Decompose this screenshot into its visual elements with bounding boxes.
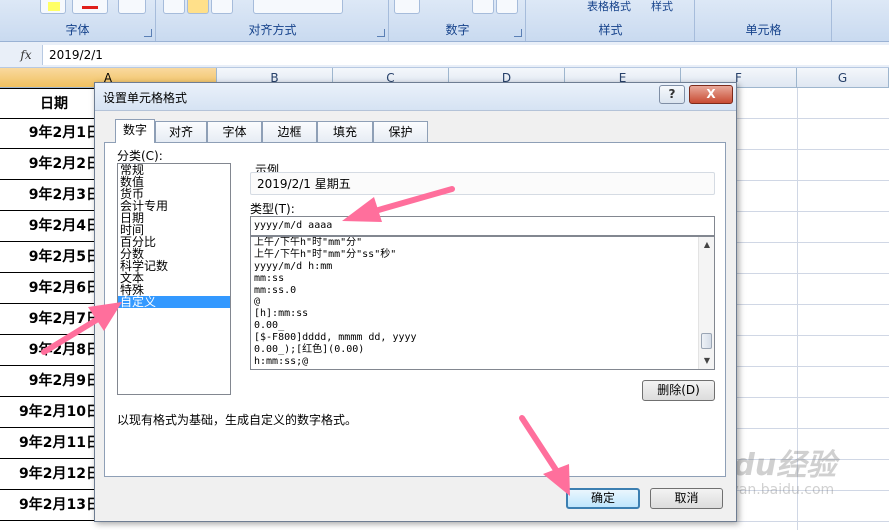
list-item[interactable]: [h]:mm:ss <box>251 308 714 320</box>
list-item[interactable]: @ <box>251 296 714 308</box>
description-text: 以现有格式为基础，生成自定义的数字格式。 <box>117 413 358 427</box>
phonetic-button[interactable] <box>118 0 146 14</box>
sample-preview: 2019/2/1 星期五 <box>250 172 715 195</box>
ribbon-group-font: 字体 <box>0 0 156 41</box>
ribbon-group-label: 数字 <box>445 23 470 37</box>
dialog-titlebar[interactable]: 设置单元格格式 ? X <box>95 83 736 111</box>
ribbon-group-label: 单元格 <box>745 23 782 37</box>
ribbon-group-cells: 单元格 <box>696 0 832 41</box>
help-button[interactable]: ? <box>659 85 685 104</box>
list-item[interactable]: 0.00_);[红色](0.00) <box>251 344 714 356</box>
text-color-icon <box>82 6 98 9</box>
decrease-decimal-button[interactable] <box>496 0 518 14</box>
ok-button[interactable]: 确定 <box>566 488 640 509</box>
tab-protection[interactable]: 保护 <box>373 121 428 142</box>
list-item[interactable]: 上午/下午h"时"mm"分" <box>251 237 714 249</box>
alignment-dialog-launcher-icon[interactable] <box>377 29 385 37</box>
list-item[interactable]: 0.00_ <box>251 320 714 332</box>
close-button[interactable]: X <box>689 85 733 104</box>
list-item-selected[interactable]: 自定义 <box>118 296 230 308</box>
ribbon-group-label: 样式 <box>598 23 623 37</box>
tab-font[interactable]: 字体 <box>207 121 262 142</box>
formula-bar: fx 2019/2/1 <box>0 42 889 68</box>
cancel-button[interactable]: 取消 <box>650 488 723 509</box>
tab-border[interactable]: 边框 <box>262 121 317 142</box>
list-item[interactable]: mm:ss.0 <box>251 285 714 297</box>
align-left-button[interactable] <box>163 0 185 14</box>
type-label: 类型(T): <box>250 202 295 216</box>
list-item[interactable]: [$-F800]dddd, mmmm dd, yyyy <box>251 332 714 344</box>
currency-button[interactable] <box>394 0 420 14</box>
text-color-button[interactable] <box>72 0 108 14</box>
ribbon-group-alignment: 对齐方式 <box>157 0 389 41</box>
fx-icon[interactable]: fx <box>14 46 38 64</box>
font-color-button[interactable] <box>40 0 66 14</box>
merge-center-button[interactable] <box>253 0 343 14</box>
ribbon-group-label: 字体 <box>65 23 90 37</box>
table-format-button[interactable]: 表格格式 <box>587 0 631 14</box>
format-cells-dialog: 设置单元格格式 ? X 数字 对齐 字体 边框 填充 保护 分类(C): 常规 … <box>94 82 737 522</box>
align-right-button[interactable] <box>211 0 233 14</box>
tab-alignment[interactable]: 对齐 <box>155 121 207 142</box>
align-center-button[interactable] <box>187 0 209 14</box>
ribbon-group-number: 数字 <box>390 0 526 41</box>
format-list-scrollbar[interactable]: ▲ ▼ <box>698 237 714 369</box>
ribbon-group-label: 对齐方式 <box>248 23 297 37</box>
dialog-title: 设置单元格格式 <box>103 91 188 105</box>
scroll-down-icon[interactable]: ▼ <box>699 353 714 369</box>
cell-style-button[interactable]: 样式 <box>651 0 673 14</box>
category-label: 分类(C): <box>117 149 163 163</box>
tab-number[interactable]: 数字 <box>115 119 155 143</box>
formula-input[interactable]: 2019/2/1 <box>42 45 889 65</box>
category-list[interactable]: 常规 数值 货币 会计专用 日期 时间 百分比 分数 科学记数 文本 特殊 自定… <box>117 163 231 395</box>
scroll-thumb[interactable] <box>701 333 712 349</box>
delete-button[interactable]: 删除(D) <box>642 380 715 401</box>
ribbon: 字体 对齐方式 数字 表格格式 样式 样式 单元格 <box>0 0 889 42</box>
format-list[interactable]: 上午/下午h"时"mm"分" 上午/下午h"时"mm"分"ss"秒" yyyy/… <box>250 236 715 370</box>
type-input[interactable]: yyyy/m/d aaaa <box>250 216 715 236</box>
list-item[interactable]: 上午/下午h"时"mm"分"ss"秒" <box>251 249 714 261</box>
list-item[interactable]: yyyy/m/d h:mm <box>251 261 714 273</box>
tab-fill[interactable]: 填充 <box>317 121 373 142</box>
highlight-icon <box>48 2 60 11</box>
font-dialog-launcher-icon[interactable] <box>144 29 152 37</box>
list-item[interactable]: h:mm:ss;@ <box>251 356 714 368</box>
increase-decimal-button[interactable] <box>472 0 494 14</box>
ribbon-group-styles: 表格格式 样式 样式 <box>527 0 695 41</box>
scroll-up-icon[interactable]: ▲ <box>699 237 714 253</box>
number-dialog-launcher-icon[interactable] <box>514 29 522 37</box>
column-header-g[interactable]: G <box>797 68 889 88</box>
list-item[interactable]: mm:ss <box>251 273 714 285</box>
